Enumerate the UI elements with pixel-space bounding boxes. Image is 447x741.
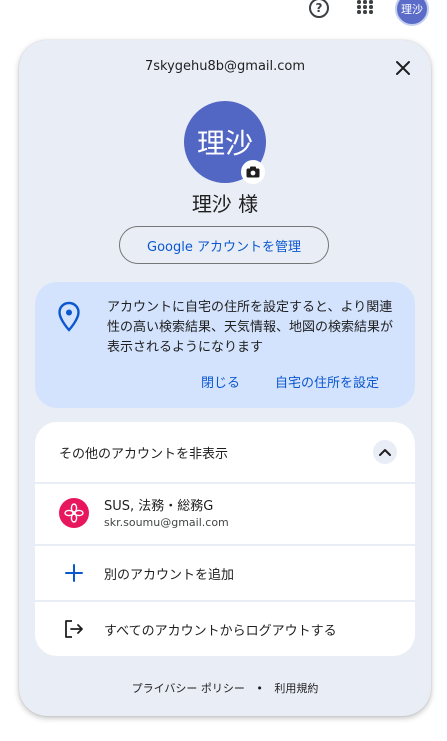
add-account-label: 別のアカウントを追加 xyxy=(104,568,235,583)
footer-links: プライバシー ポリシー • 利用規約 xyxy=(19,680,431,696)
apps-icon[interactable] xyxy=(357,0,373,14)
home-address-promo: アカウントに自宅の住所を設定すると、より関連性の高い検索結果、天気情報、地図の検… xyxy=(35,282,415,408)
profile-name: 理沙 様 xyxy=(191,192,259,216)
help-icon[interactable]: ? xyxy=(309,0,329,18)
promo-message: アカウントに自宅の住所を設定すると、より関連性の高い検索結果、天気情報、地図の検… xyxy=(107,300,394,355)
plus-icon xyxy=(65,564,83,582)
account-name: SUS, 法務・総務G xyxy=(104,499,214,514)
list-item-account[interactable]: SUS, 法務・総務G skr.soumu@gmail.com xyxy=(35,484,415,544)
close-icon xyxy=(396,61,410,75)
set-home-address-button[interactable]: 自宅の住所を設定 xyxy=(275,372,379,391)
add-account-button[interactable]: 別のアカウントを追加 xyxy=(35,546,415,600)
account-menu-card: 7skygehu8b@gmail.com 理沙 理沙 様 Google アカウン… xyxy=(19,40,431,716)
change-photo-button[interactable] xyxy=(241,160,265,184)
chevron-up-icon xyxy=(379,449,391,456)
camera-icon xyxy=(246,166,260,178)
account-email: skr.soumu@gmail.com xyxy=(104,516,229,529)
terms-link[interactable]: 利用規約 xyxy=(274,682,318,695)
location-pin-icon xyxy=(58,301,80,332)
footer-separator: • xyxy=(256,682,263,695)
hide-other-accounts-toggle[interactable]: その他のアカウントを非表示 xyxy=(35,422,415,482)
manage-account-button[interactable]: Google アカウントを管理 xyxy=(119,226,329,264)
logout-icon xyxy=(65,620,83,638)
current-account-email: 7skygehu8b@gmail.com xyxy=(144,59,306,74)
logout-all-button[interactable]: すべてのアカウントからログアウトする xyxy=(35,602,415,656)
top-bar: ? 理沙 xyxy=(0,0,447,34)
account-avatar-button[interactable]: 理沙 xyxy=(395,0,429,26)
logout-label: すべてのアカウントからログアウトする xyxy=(104,624,337,639)
toggle-label: その他のアカウントを非表示 xyxy=(59,447,229,462)
account-avatar xyxy=(59,498,89,528)
privacy-policy-link[interactable]: プライバシー ポリシー xyxy=(132,682,245,695)
other-accounts-section: その他のアカウントを非表示 SUS, 法務・総務G skr.soumu@gmai… xyxy=(35,422,415,656)
collapse-button[interactable] xyxy=(373,440,397,464)
close-button[interactable] xyxy=(389,54,417,82)
flower-icon xyxy=(64,503,84,523)
dismiss-promo-button[interactable]: 閉じる xyxy=(201,372,240,391)
